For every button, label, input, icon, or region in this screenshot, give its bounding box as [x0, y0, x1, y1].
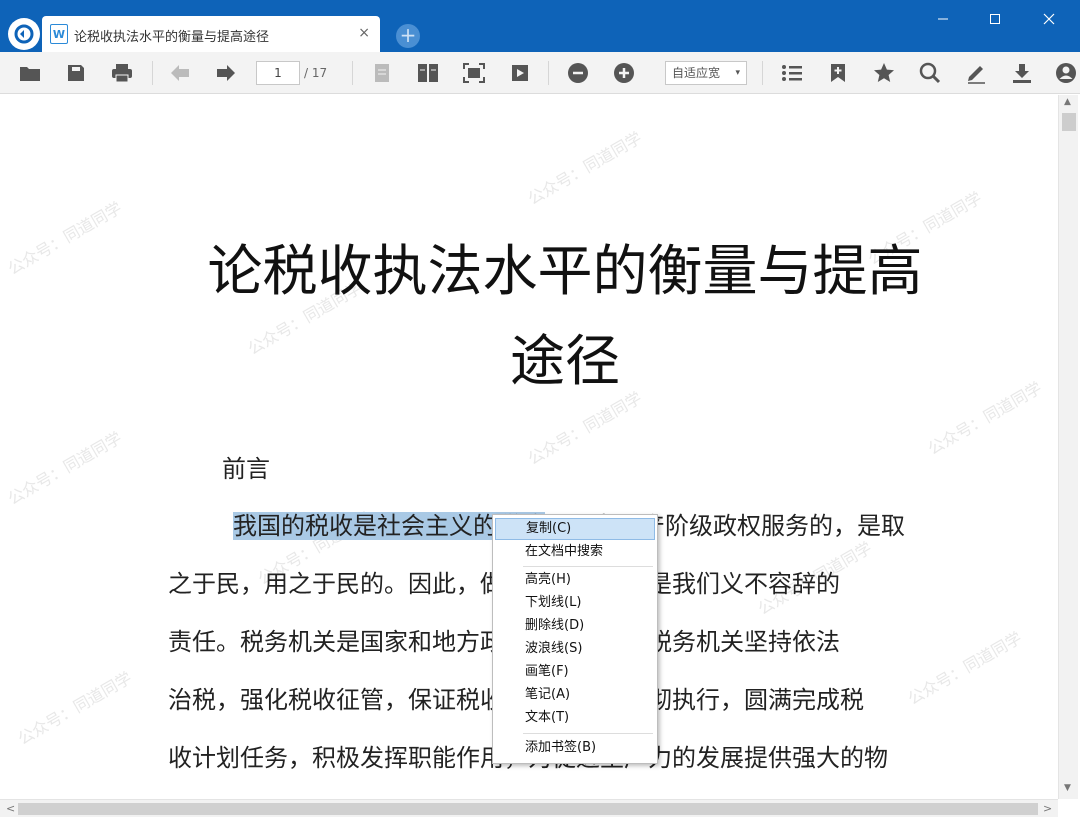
watermark: 公众号：同道同学: [524, 128, 645, 209]
menu-item-add-bookmark[interactable]: 添加书签(B): [495, 737, 655, 759]
menu-item-note[interactable]: 笔记(A): [495, 684, 655, 706]
watermark: 公众号：同道同学: [4, 198, 125, 279]
vertical-scroll-thumb[interactable]: [1062, 113, 1076, 131]
forward-arrow-icon[interactable]: [214, 61, 238, 85]
context-menu: 复制(C) 在文档中搜索 高亮(H) 下划线(L) 删除线(D) 波浪线(S) …: [492, 514, 658, 764]
slideshow-icon[interactable]: [508, 61, 532, 85]
zoom-in-icon[interactable]: [612, 61, 636, 85]
menu-item-search-in-document[interactable]: 在文档中搜索: [495, 541, 655, 563]
watermark: 公众号：同道同学: [524, 388, 645, 469]
tab-close-icon[interactable]: ×: [358, 25, 370, 41]
document-tab[interactable]: W 论税收执法水平的衡量与提高途径 ×: [42, 16, 380, 52]
fit-page-icon[interactable]: [462, 61, 486, 85]
open-folder-icon[interactable]: [18, 61, 42, 85]
toolbar-separator: [352, 61, 353, 85]
tab-title: 论税收执法水平的衡量与提高途径: [74, 30, 270, 45]
toolbar-separator: [152, 61, 153, 85]
document-title-line2: 途径: [509, 329, 620, 393]
horizontal-scroll-thumb[interactable]: [18, 803, 1038, 815]
scroll-up-icon[interactable]: ▲: [1064, 97, 1071, 107]
title-bar: W 论税收执法水平的衡量与提高途径 × +: [0, 0, 1080, 52]
close-window-button[interactable]: [1034, 8, 1064, 30]
print-icon[interactable]: [110, 61, 134, 85]
menu-item-text[interactable]: 文本(T): [495, 707, 655, 729]
outline-icon[interactable]: [780, 61, 804, 85]
app-logo-icon[interactable]: [8, 18, 40, 50]
vertical-scrollbar[interactable]: ▲ ▼: [1058, 95, 1078, 799]
maximize-button[interactable]: [980, 8, 1010, 30]
scroll-left-icon[interactable]: <: [6, 802, 15, 815]
toolbar-separator: [548, 61, 549, 85]
menu-item-copy[interactable]: 复制(C): [495, 518, 655, 540]
add-bookmark-icon[interactable]: [826, 61, 850, 85]
menu-item-strikethrough[interactable]: 删除线(D): [495, 615, 655, 637]
download-icon[interactable]: [1010, 61, 1034, 85]
horizontal-scrollbar[interactable]: < >: [0, 799, 1058, 817]
scroll-right-icon[interactable]: >: [1043, 802, 1052, 815]
page-total: / 17: [304, 66, 328, 80]
new-tab-button[interactable]: +: [396, 24, 420, 48]
watermark: 公众号：同道同学: [14, 668, 135, 749]
menu-item-squiggly[interactable]: 波浪线(S): [495, 638, 655, 660]
star-icon[interactable]: [872, 61, 896, 85]
account-icon[interactable]: [1054, 61, 1078, 85]
back-arrow-icon[interactable]: [168, 61, 192, 85]
watermark: 公众号：同道同学: [904, 628, 1025, 709]
minimize-button[interactable]: [928, 8, 958, 30]
watermark: 公众号：同道同学: [4, 428, 125, 509]
menu-item-pen[interactable]: 画笔(F): [495, 661, 655, 683]
annotate-pen-icon[interactable]: [964, 61, 988, 85]
toolbar-separator: [762, 61, 763, 85]
chevron-down-icon: ▾: [735, 68, 740, 78]
save-icon[interactable]: [64, 61, 88, 85]
menu-item-underline[interactable]: 下划线(L): [495, 592, 655, 614]
menu-separator: [523, 566, 653, 567]
page-number-input[interactable]: 1: [256, 61, 300, 85]
zoom-mode-value: 自适应宽: [672, 66, 721, 80]
word-document-icon: W: [50, 24, 68, 44]
zoom-mode-select[interactable]: 自适应宽 ▾: [665, 61, 747, 85]
scroll-down-icon[interactable]: ▼: [1064, 783, 1071, 793]
menu-item-highlight[interactable]: 高亮(H): [495, 569, 655, 591]
zoom-out-icon[interactable]: [566, 61, 590, 85]
toolbar: 1 / 17 自适应宽 ▾: [0, 52, 1080, 94]
menu-separator: [523, 733, 653, 734]
document-heading: 前言: [222, 455, 270, 483]
document-title-line1: 论税收执法水平的衡量与提高: [207, 239, 923, 303]
search-icon[interactable]: [918, 61, 942, 85]
single-page-icon[interactable]: [370, 61, 394, 85]
double-page-icon[interactable]: [416, 61, 440, 85]
